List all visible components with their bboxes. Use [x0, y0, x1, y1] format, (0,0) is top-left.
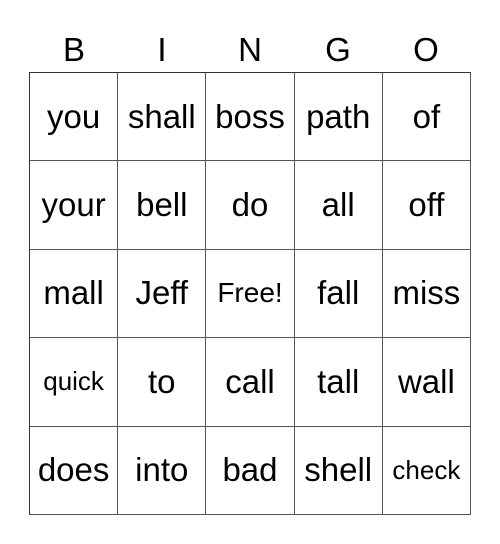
bingo-cell[interactable]: fall: [294, 249, 383, 339]
bingo-cell[interactable]: wall: [382, 338, 471, 427]
bingo-cell[interactable]: to: [118, 338, 207, 427]
bingo-cell[interactable]: into: [118, 426, 207, 515]
bingo-cell[interactable]: check: [382, 426, 471, 515]
bingo-cell[interactable]: bell: [118, 161, 207, 250]
bingo-cell[interactable]: bad: [206, 426, 295, 515]
bingo-cell[interactable]: boss: [206, 73, 295, 162]
bingo-cell[interactable]: shell: [294, 426, 383, 515]
header-letter-n: N: [238, 31, 262, 68]
bingo-cell[interactable]: off: [382, 161, 471, 250]
header-letter-o: O: [413, 31, 439, 68]
bingo-cell[interactable]: Jeff: [118, 249, 207, 339]
bingo-grid: you shall boss path of your bell do all …: [29, 72, 471, 515]
header-letter-b: B: [62, 31, 85, 68]
bingo-cell[interactable]: tall: [294, 338, 383, 427]
bingo-cell[interactable]: shall: [118, 73, 207, 162]
bingo-cell[interactable]: call: [206, 338, 295, 427]
header-letter-i: I: [157, 31, 167, 68]
bingo-cell[interactable]: quick: [30, 338, 119, 427]
bingo-cell[interactable]: you: [30, 73, 119, 162]
bingo-cell[interactable]: do: [206, 161, 295, 250]
bingo-cell[interactable]: miss: [382, 249, 471, 339]
bingo-cell[interactable]: does: [30, 426, 119, 515]
bingo-cell[interactable]: path: [294, 73, 383, 162]
header-letter-g: G: [325, 31, 351, 68]
bingo-cell[interactable]: of: [382, 73, 471, 162]
free-space-cell[interactable]: Free!: [206, 249, 295, 339]
bingo-cell[interactable]: mall: [30, 249, 119, 339]
bingo-header: B I N G O: [30, 28, 470, 72]
bingo-cell[interactable]: all: [294, 161, 383, 250]
bingo-cell[interactable]: your: [30, 161, 119, 250]
